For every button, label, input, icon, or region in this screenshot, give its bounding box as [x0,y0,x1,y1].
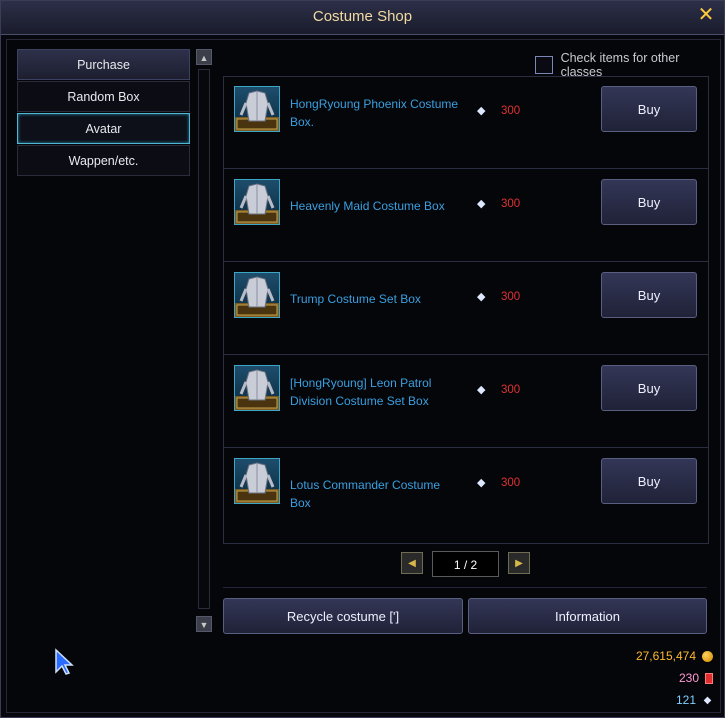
ticket-balance: 230 [679,671,713,685]
buy-button[interactable]: Buy [601,86,697,132]
category-random-box[interactable]: Random Box [17,81,190,112]
item-name: Heavenly Maid Costume Box [290,199,445,213]
title-bar[interactable]: Costume Shop ✕ [1,1,724,35]
item-name: Trump Costume Set Box [290,292,421,306]
shop-body: Purchase Random Box Avatar Wappen/etc. ▲… [6,39,721,713]
costume-shop-window: Costume Shop ✕ Purchase Random Box Avata… [0,0,725,718]
scroll-down-icon[interactable]: ▼ [196,616,212,632]
item-price: 300 [501,477,521,489]
scroll-up-icon[interactable]: ▲ [196,49,212,65]
category-wappen[interactable]: Wappen/etc. [17,145,190,176]
page-indicator: 1 / 2 [432,551,499,577]
gem-icon: ◆ [477,105,486,117]
ticket-amount: 230 [678,671,699,685]
costume-box-icon [234,179,280,225]
gem-icon: ◆ [477,477,486,489]
buy-button[interactable]: Buy [601,272,697,318]
item-name: [HongRyoung] Leon Patrol Division Costum… [290,376,432,408]
gold-balance: 27,615,474 [636,649,713,663]
close-icon[interactable]: ✕ [696,5,716,25]
gem-icon: ◆ [477,291,486,303]
information-button[interactable]: Information [468,598,707,634]
other-classes-filter[interactable]: Check items for other classes [535,51,720,79]
list-item: HongRyoung Phoenix Costume Box. ◆ 300 Bu… [224,77,708,169]
other-classes-checkbox[interactable] [535,56,553,74]
list-item: Trump Costume Set Box ◆ 300 Buy [224,263,708,355]
item-price: 300 [501,384,521,396]
gem-icon: ◆ [703,694,712,706]
category-list: Purchase Random Box Avatar Wappen/etc. [17,49,190,177]
item-list: HongRyoung Phoenix Costume Box. ◆ 300 Bu… [223,76,709,544]
list-item: Heavenly Maid Costume Box ◆ 300 Buy [224,170,708,262]
item-name: HongRyoung Phoenix Costume Box. [290,97,459,129]
list-item: [HongRyoung] Leon Patrol Division Costum… [224,356,708,448]
item-price: 300 [501,198,521,210]
gold-coin-icon [702,650,713,662]
gem-icon: ◆ [477,384,486,396]
buy-button[interactable]: Buy [601,179,697,225]
gem-amount: 121 [675,693,696,707]
window-title: Costume Shop [312,8,413,25]
gem-balance: 121 ◆ [676,693,713,707]
category-avatar[interactable]: Avatar [17,113,190,144]
prev-page-icon[interactable]: ◀ [401,552,423,574]
gem-icon: ◆ [477,198,486,210]
costume-box-icon [234,86,280,132]
list-item: Lotus Commander Costume Box ◆ 300 Buy [224,449,708,541]
gold-amount: 27,615,474 [635,649,696,663]
mouse-cursor-icon [54,648,74,681]
ticket-icon [705,672,713,684]
costume-box-icon [234,272,280,318]
buy-button[interactable]: Buy [601,365,697,411]
item-name: Lotus Commander Costume Box [290,478,441,510]
item-price: 300 [501,291,521,303]
category-scrollbar[interactable]: ▲ ▼ [196,49,212,632]
pagination: ◀ 1 / 2 ▶ [401,551,534,577]
recycle-costume-button[interactable]: Recycle costume ['] [223,598,463,634]
divider [223,587,707,588]
costume-box-icon [234,458,280,504]
next-page-icon[interactable]: ▶ [508,552,530,574]
scroll-track[interactable] [198,69,210,609]
other-classes-label: Check items for other classes [560,51,680,79]
costume-box-icon [234,365,280,411]
category-purchase[interactable]: Purchase [17,49,190,80]
item-price: 300 [501,105,521,117]
buy-button[interactable]: Buy [601,458,697,504]
